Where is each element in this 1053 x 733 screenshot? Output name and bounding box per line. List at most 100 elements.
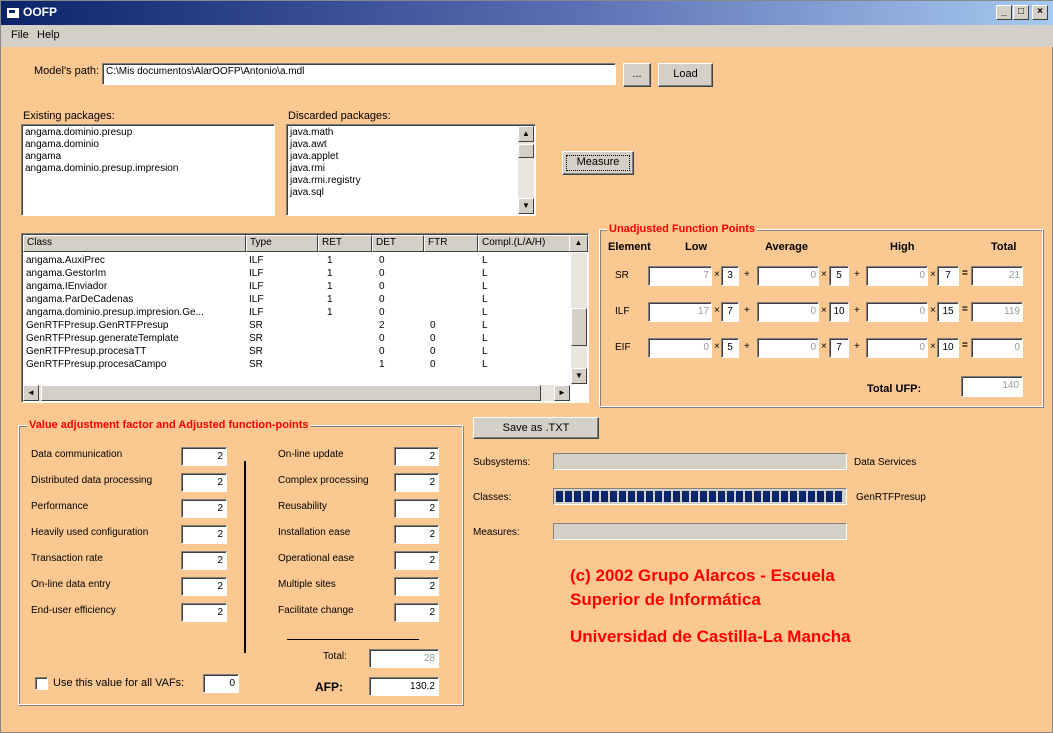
table-row[interactable]: angama.ParDeCadenas ILF 1 0 L bbox=[23, 294, 569, 307]
table-cell: 1 bbox=[327, 294, 333, 305]
vaf-legend: Value adjustment factor and Adjusted fun… bbox=[27, 419, 311, 431]
maximize-icon[interactable]: □ bbox=[1013, 5, 1029, 20]
column-header-class[interactable]: Class bbox=[23, 235, 246, 252]
minimize-icon[interactable]: _ bbox=[996, 5, 1012, 20]
list-item[interactable]: java.rmi.registry bbox=[287, 175, 535, 187]
column-header-type[interactable]: Type bbox=[246, 235, 318, 252]
measure-button[interactable]: Measure bbox=[562, 151, 634, 175]
list-item[interactable]: angama.dominio.presup.impresion bbox=[22, 163, 274, 175]
load-button[interactable]: Load bbox=[658, 63, 713, 87]
title-bar[interactable]: OOFP _ □ × bbox=[1, 1, 1053, 25]
use-all-input[interactable]: 0 bbox=[203, 674, 239, 693]
scroll-up-icon[interactable]: ▲ bbox=[518, 126, 534, 142]
vaf-factor-input[interactable]: 2 bbox=[181, 525, 227, 544]
scroll-thumb[interactable] bbox=[41, 385, 541, 401]
table-row[interactable]: angama.AuxiPrec ILF 1 0 L bbox=[23, 255, 569, 268]
scroll-down-icon[interactable]: ▼ bbox=[518, 198, 534, 214]
multiply-sign: × bbox=[821, 269, 827, 280]
save-txt-button[interactable]: Save as .TXT bbox=[473, 417, 599, 439]
table-row[interactable]: GenRTFPresup.procesaCampo SR 1 0 L bbox=[23, 359, 569, 372]
column-header-det[interactable]: DET bbox=[372, 235, 424, 252]
use-all-checkbox[interactable] bbox=[35, 677, 48, 690]
table-cell: ILF bbox=[249, 255, 264, 266]
high-count-input[interactable]: 0 bbox=[866, 338, 928, 358]
scroll-up-icon[interactable]: ▲ bbox=[569, 235, 588, 252]
low-count-input[interactable]: 17 bbox=[648, 302, 712, 322]
browse-button[interactable]: ... bbox=[623, 63, 651, 87]
discarded-packages-list[interactable]: java.math java.awt java.applet java.rmi … bbox=[286, 124, 536, 216]
scroll-thumb[interactable] bbox=[518, 144, 534, 158]
vaf-factor-input[interactable]: 2 bbox=[181, 603, 227, 622]
vaf-factor-label: Transaction rate bbox=[31, 553, 103, 564]
model-path-input[interactable]: C:\Mis documentos\AlarOOFP\Antonio\a.mdl bbox=[102, 63, 616, 85]
classes-progress bbox=[553, 488, 847, 505]
vaf-factor-input[interactable]: 2 bbox=[181, 473, 227, 492]
scroll-thumb[interactable] bbox=[571, 308, 587, 346]
table-cell: L bbox=[482, 359, 488, 370]
scroll-left-icon[interactable]: ◄ bbox=[23, 385, 39, 401]
list-item[interactable]: angama.dominio.presup bbox=[22, 127, 274, 139]
scroll-down-icon[interactable]: ▼ bbox=[571, 368, 587, 384]
ufp-header-total: Total bbox=[991, 241, 1017, 253]
vaf-factor-label: End-user efficiency bbox=[31, 605, 116, 616]
vaf-factor-input[interactable]: 2 bbox=[394, 473, 439, 492]
low-count-input[interactable]: 0 bbox=[648, 338, 712, 358]
vaf-factor-input[interactable]: 2 bbox=[181, 577, 227, 596]
close-icon[interactable]: × bbox=[1032, 5, 1048, 20]
column-header-ret[interactable]: RET bbox=[318, 235, 372, 252]
avg-count-input[interactable]: 0 bbox=[757, 338, 819, 358]
list-item[interactable]: angama.dominio bbox=[22, 139, 274, 151]
column-header-compl[interactable]: Compl.(L/A/H) bbox=[478, 235, 570, 252]
table-hscrollbar[interactable]: ◄ ► bbox=[23, 385, 570, 401]
table-row[interactable]: angama.dominio.presup.impresion.Ge... ILF… bbox=[23, 307, 569, 320]
vaf-factor-input[interactable]: 2 bbox=[394, 447, 439, 466]
vaf-factor-input[interactable]: 2 bbox=[394, 551, 439, 570]
vaf-factor-input[interactable]: 2 bbox=[181, 551, 227, 570]
avg-count-input[interactable]: 0 bbox=[757, 266, 819, 286]
vaf-factor-label: On-line update bbox=[278, 449, 344, 460]
table-row[interactable]: angama.IEnviador ILF 1 0 L bbox=[23, 281, 569, 294]
table-cell: 2 bbox=[379, 320, 385, 331]
vaf-factor-input[interactable]: 2 bbox=[181, 499, 227, 518]
discarded-scrollbar[interactable]: ▲ ▼ bbox=[518, 126, 534, 214]
list-item[interactable]: java.rmi bbox=[287, 163, 535, 175]
table-vscrollbar[interactable]: ▼ bbox=[571, 253, 587, 384]
table-cell: 0 bbox=[430, 359, 436, 370]
table-cell: angama.GestorIm bbox=[26, 268, 107, 279]
table-cell: 1 bbox=[379, 359, 385, 370]
list-item[interactable]: java.math bbox=[287, 127, 535, 139]
class-table[interactable]: Class Type RET DET FTR Compl.(L/A/H) ▲ a… bbox=[21, 233, 589, 403]
table-cell: angama.ParDeCadenas bbox=[26, 294, 134, 305]
table-row[interactable]: GenRTFPresup.generateTemplate SR 0 0 L bbox=[23, 333, 569, 346]
vaf-factor-input[interactable]: 2 bbox=[394, 499, 439, 518]
list-item[interactable]: java.awt bbox=[287, 139, 535, 151]
low-count-input[interactable]: 7 bbox=[648, 266, 712, 286]
list-item[interactable]: angama bbox=[22, 151, 274, 163]
existing-packages-list[interactable]: angama.dominio.presup angama.dominio ang… bbox=[21, 124, 275, 216]
plus-sign: + bbox=[854, 269, 860, 280]
avg-count-input[interactable]: 0 bbox=[757, 302, 819, 322]
table-cell: L bbox=[482, 281, 488, 292]
high-count-input[interactable]: 0 bbox=[866, 302, 928, 322]
high-count-input[interactable]: 0 bbox=[866, 266, 928, 286]
afp-label: AFP: bbox=[315, 680, 343, 694]
model-path-label: Model's path: bbox=[34, 65, 100, 77]
vaf-factor-input[interactable]: 2 bbox=[394, 525, 439, 544]
multiply-sign: × bbox=[930, 341, 936, 352]
afp-value: 130.2 bbox=[369, 677, 439, 696]
list-item[interactable]: java.sql bbox=[287, 187, 535, 199]
table-row[interactable]: angama.GestorIm ILF 1 0 L bbox=[23, 268, 569, 281]
vaf-factor-input[interactable]: 2 bbox=[394, 603, 439, 622]
vaf-factor-input[interactable]: 2 bbox=[394, 577, 439, 596]
column-header-ftr[interactable]: FTR bbox=[424, 235, 478, 252]
vaf-factor-label: Data communication bbox=[31, 449, 123, 460]
scroll-right-icon[interactable]: ► bbox=[554, 385, 570, 401]
plus-sign: + bbox=[744, 341, 750, 352]
table-row[interactable]: GenRTFPresup.procesaTT SR 0 0 L bbox=[23, 346, 569, 359]
table-row[interactable]: GenRTFPresup.GenRTFPresup SR 2 0 L bbox=[23, 320, 569, 333]
table-cell: L bbox=[482, 346, 488, 357]
vaf-factor-input[interactable]: 2 bbox=[181, 447, 227, 466]
menu-file[interactable]: File bbox=[11, 29, 29, 41]
list-item[interactable]: java.applet bbox=[287, 151, 535, 163]
menu-help[interactable]: Help bbox=[37, 29, 60, 41]
